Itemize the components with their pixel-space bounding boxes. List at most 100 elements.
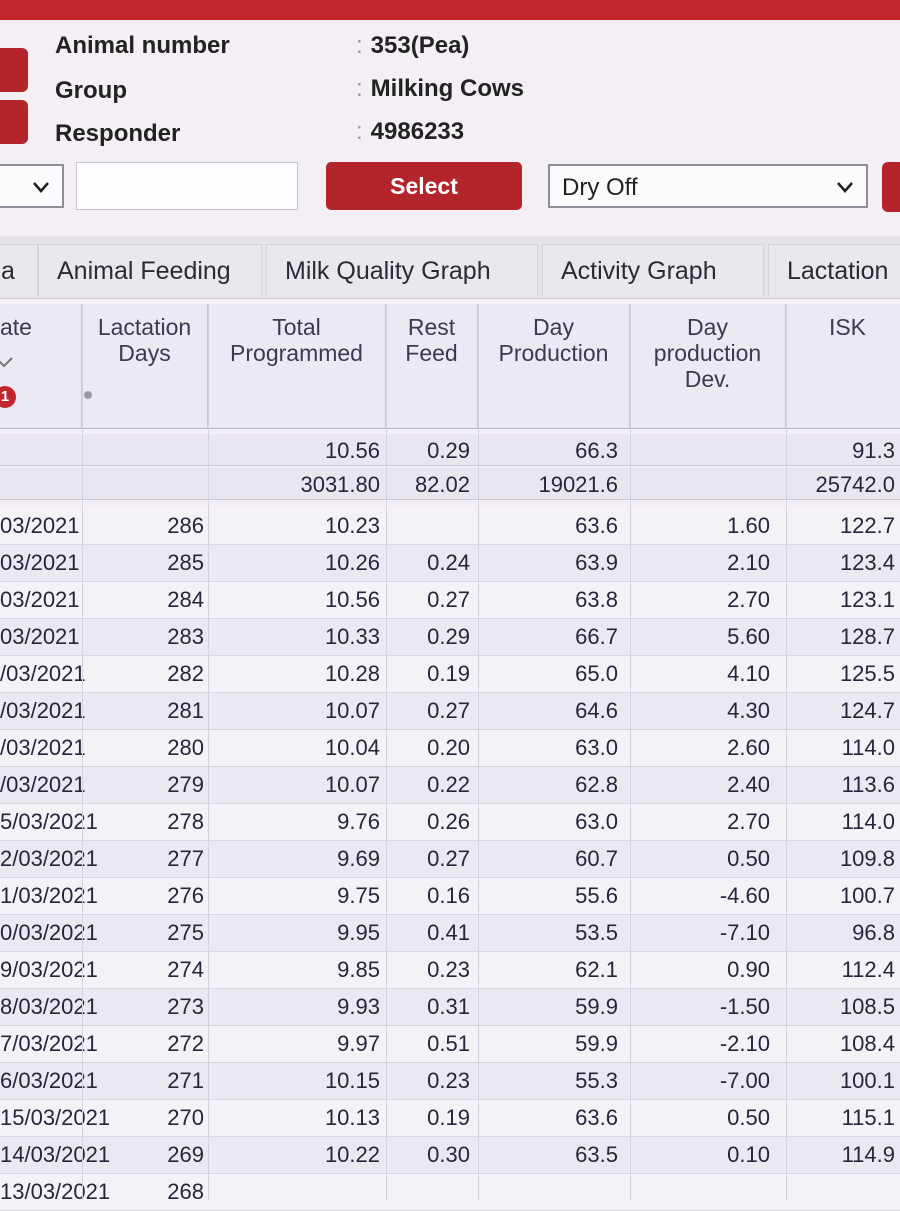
cell-lactation-days: 284 <box>167 587 204 612</box>
responder-value: :4986233 <box>356 118 464 146</box>
table-row[interactable]: 5/03/2021 278 9.76 0.26 63.0 2.70 114.0 <box>0 804 900 841</box>
table-row[interactable]: 14/03/2021 269 10.22 0.30 63.5 0.10 114.9 <box>0 1137 900 1174</box>
header-text: Total Programmed <box>230 314 363 366</box>
cell-total-programmed: 10.56 <box>324 438 380 463</box>
table-row[interactable]: 03/2021 285 10.26 0.24 63.9 2.10 123.4 <box>0 545 900 582</box>
cell-total-programmed: 10.56 <box>324 587 380 612</box>
cell-isk: 91.3 <box>852 438 895 463</box>
header-text: Rest Feed <box>405 314 458 366</box>
cell-date: 2/03/2021 <box>0 846 98 871</box>
side-action-button-1[interactable] <box>0 48 28 92</box>
cell-day-production: 63.6 <box>575 513 618 538</box>
cell-day-production-dev: 4.10 <box>727 661 770 686</box>
cell-isk: 114.0 <box>841 809 895 834</box>
column-header-day-production-dev[interactable]: Day production Dev. <box>630 304 786 428</box>
header-text: ISK <box>828 314 867 340</box>
cell-day-production: 63.5 <box>575 1142 618 1167</box>
cell-day-production-dev: -4.60 <box>719 883 770 908</box>
table-row[interactable]: 7/03/2021 272 9.97 0.51 59.9 -2.10 108.4 <box>0 1026 900 1063</box>
table-row[interactable]: 9/03/2021 274 9.85 0.23 62.1 0.90 112.4 <box>0 952 900 989</box>
table-row[interactable]: 15/03/2021 270 10.13 0.19 63.6 0.50 115.1 <box>0 1100 900 1137</box>
group-label: Group <box>55 77 127 104</box>
side-action-button-2[interactable] <box>0 100 28 144</box>
cell-day-production: 62.1 <box>575 957 618 982</box>
cell-lactation-days: 278 <box>167 809 204 834</box>
top-title-bar <box>0 0 900 20</box>
cell-day-production-dev: 0.90 <box>727 957 770 982</box>
cell-day-production-dev: 0.50 <box>727 846 770 871</box>
column-header-total-programmed[interactable]: Total Programmed <box>208 304 386 428</box>
cell-isk: 108.5 <box>839 994 895 1019</box>
cell-rest-feed: 0.29 <box>427 438 470 463</box>
tab-lactation[interactable]: Lactation <box>768 244 900 296</box>
search-input[interactable] <box>76 162 298 210</box>
filter-dropdown[interactable] <box>0 164 64 208</box>
cell-rest-feed: 0.41 <box>427 920 470 945</box>
tab-partial[interactable]: a <box>0 244 38 296</box>
table-row[interactable]: 8/03/2021 273 9.93 0.31 59.9 -1.50 108.5 <box>0 989 900 1026</box>
table-row[interactable]: 2/03/2021 277 9.69 0.27 60.7 0.50 109.8 <box>0 841 900 878</box>
table-row[interactable]: 03/2021 283 10.33 0.29 66.7 5.60 128.7 <box>0 619 900 656</box>
cell-date: 03/2021 <box>0 513 80 538</box>
tab-animal-feeding[interactable]: Animal Feeding <box>38 244 262 296</box>
cell-lactation-days: 286 <box>167 513 204 538</box>
cell-lactation-days: 281 <box>167 698 204 723</box>
table-row[interactable]: 03/2021 286 10.23 63.6 1.60 122.7 <box>0 508 900 545</box>
cell-isk: 100.7 <box>839 883 895 908</box>
cell-isk: 128.7 <box>839 624 895 649</box>
table-row[interactable]: /03/2021 279 10.07 0.22 62.8 2.40 113.6 <box>0 767 900 804</box>
table-row[interactable]: /03/2021 280 10.04 0.20 63.0 2.60 114.0 <box>0 730 900 767</box>
cell-date: 7/03/2021 <box>0 1031 98 1056</box>
cell-date: 03/2021 <box>0 550 80 575</box>
cell-lactation-days: 273 <box>167 994 204 1019</box>
action-dropdown-value: Dry Off <box>562 174 638 201</box>
cell-date: 03/2021 <box>0 587 80 612</box>
animal-number-label: Animal number <box>55 32 230 59</box>
cell-rest-feed: 0.26 <box>427 809 470 834</box>
table-row[interactable]: /03/2021 281 10.07 0.27 64.6 4.30 124.7 <box>0 693 900 730</box>
select-button[interactable]: Select <box>326 162 522 210</box>
table-row[interactable]: 1/03/2021 276 9.75 0.16 55.6 -4.60 100.7 <box>0 878 900 915</box>
table-row[interactable]: 6/03/2021 271 10.15 0.23 55.3 -7.00 100.1 <box>0 1063 900 1100</box>
action-dropdown[interactable]: Dry Off <box>548 164 868 208</box>
cell-lactation-days: 282 <box>167 661 204 686</box>
cell-total-programmed: 9.95 <box>337 920 380 945</box>
cell-date: /03/2021 <box>0 772 86 797</box>
tab-milk-quality-graph[interactable]: Milk Quality Graph <box>266 244 538 296</box>
column-separator <box>208 304 209 1200</box>
cell-lactation-days: 279 <box>167 772 204 797</box>
cell-total-programmed: 9.85 <box>337 957 380 982</box>
dot-icon <box>84 391 92 399</box>
column-header-rest-feed[interactable]: Rest Feed <box>386 304 478 428</box>
cell-rest-feed: 0.16 <box>427 883 470 908</box>
chevron-down-icon <box>33 182 49 193</box>
column-header-isk[interactable]: ISK <box>786 304 900 428</box>
cell-day-production: 66.7 <box>575 624 618 649</box>
cell-rest-feed: 0.22 <box>427 772 470 797</box>
header-text: Lactation Days <box>97 314 192 366</box>
cell-day-production: 63.6 <box>575 1105 618 1130</box>
cell-day-production-dev: 2.40 <box>727 772 770 797</box>
column-header-day-production[interactable]: Day Production <box>478 304 630 428</box>
summary-row: 10.56 0.29 66.3 91.3 <box>0 434 900 466</box>
cell-total-programmed: 10.23 <box>324 513 380 538</box>
tab-activity-graph[interactable]: Activity Graph <box>542 244 764 296</box>
column-separator <box>82 304 83 1200</box>
cell-lactation-days: 280 <box>167 735 204 760</box>
cell-date: 15/03/2021 <box>0 1105 111 1130</box>
right-action-button[interactable] <box>882 162 900 212</box>
cell-total-programmed: 9.93 <box>337 994 380 1019</box>
table-row[interactable]: 03/2021 284 10.56 0.27 63.8 2.70 123.1 <box>0 582 900 619</box>
table-row[interactable]: /03/2021 282 10.28 0.19 65.0 4.10 125.5 <box>0 656 900 693</box>
cell-day-production: 55.6 <box>575 883 618 908</box>
table-row[interactable]: 13/03/2021 268 <box>0 1174 900 1211</box>
sort-down-icon[interactable] <box>0 356 14 368</box>
column-header-lactation-days[interactable]: Lactation Days <box>82 304 208 428</box>
table-row[interactable]: 0/03/2021 275 9.95 0.41 53.5 -7.10 96.8 <box>0 915 900 952</box>
cell-rest-feed: 0.27 <box>427 698 470 723</box>
cell-date: 14/03/2021 <box>0 1142 111 1167</box>
cell-total-programmed: 10.33 <box>324 624 380 649</box>
cell-isk: 112.4 <box>841 957 895 982</box>
cell-day-production-dev: -7.00 <box>719 1068 770 1093</box>
cell-day-production: 63.8 <box>575 587 618 612</box>
